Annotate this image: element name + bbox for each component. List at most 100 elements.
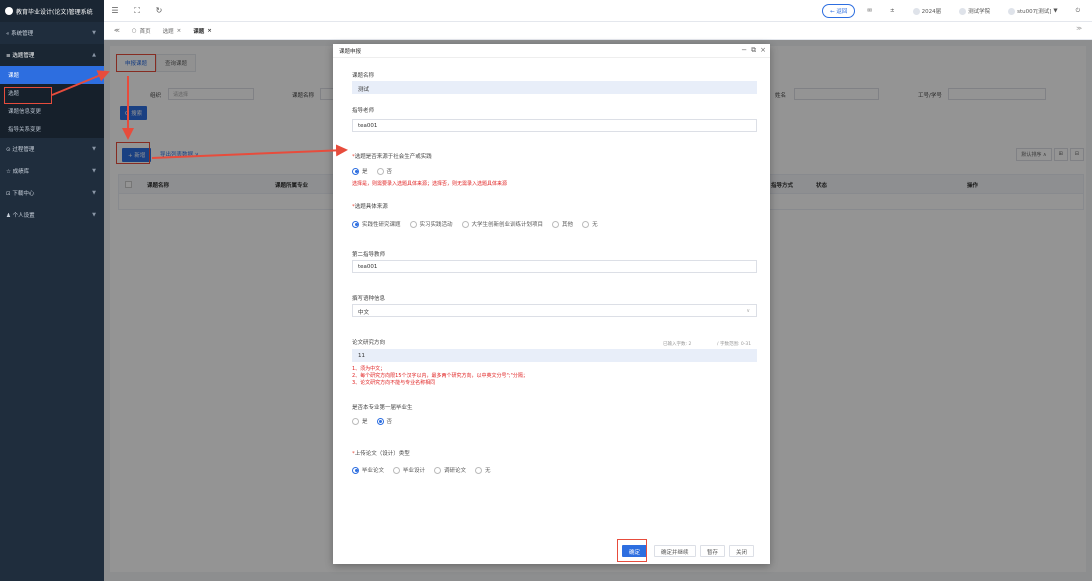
direction-limit: / 字数范围: 0-31	[717, 342, 752, 347]
upload-type-thesis[interactable]: 毕业论文	[352, 466, 384, 474]
upload-type-radio-group: 毕业论文 毕业设计 调研论文 无	[352, 466, 496, 474]
power-icon[interactable]: ⏻	[1070, 8, 1086, 15]
page-tabs: ≪ ○ 首页 选题 × 课题 × ≫	[104, 22, 1092, 40]
confirm-continue-button[interactable]: 确定并继续	[654, 545, 696, 557]
radio-unchecked	[552, 220, 560, 228]
sidebar-subitem-topic-change[interactable]: 课题信息变更	[0, 102, 104, 120]
tab-topic[interactable]: 课题 ×	[187, 22, 218, 40]
advisor-input[interactable]: tea001	[352, 119, 757, 132]
sidebar-item-grades[interactable]: ☆ 成绩库 ▼	[0, 160, 104, 182]
direction-count: 已输入字数: 2	[663, 342, 692, 347]
app-title: 教育毕业设计(论文)管理系统	[16, 8, 93, 16]
source-option-internship[interactable]: 实习实践活动	[409, 220, 453, 228]
sidebar-item-label: ♟ 个人设置	[6, 213, 35, 219]
org-selector[interactable]: 测试学院	[953, 7, 996, 15]
user-menu[interactable]: stu007[测试] ▼	[1002, 7, 1064, 15]
radio-label: 无	[592, 222, 598, 228]
chevron-down-icon: ▼	[92, 168, 96, 174]
highlight-sidebar-topic	[4, 87, 52, 104]
menu-toggle-icon[interactable]: ☰	[104, 6, 126, 15]
chevron-down-icon: ∨	[746, 308, 750, 314]
close-button[interactable]: 关闭	[729, 545, 755, 557]
radio-label: 否	[386, 419, 393, 425]
close-icon[interactable]: ×	[760, 46, 766, 55]
topic-name-input[interactable]: 测试	[352, 81, 757, 94]
save-draft-button[interactable]: 暂存	[700, 545, 726, 557]
chevron-down-icon: ▼	[92, 212, 96, 218]
minimize-icon[interactable]: −	[741, 46, 747, 55]
chevron-up-icon: ▲	[92, 52, 96, 58]
first-grad-no[interactable]: 否	[376, 417, 393, 425]
from-practice-yes[interactable]: 是	[352, 167, 368, 175]
sidebar-item-system[interactable]: « 系统管理 ▼	[0, 22, 104, 44]
fullscreen-icon[interactable]: ⛶	[126, 6, 148, 16]
maximize-icon[interactable]: ⧉	[751, 46, 756, 55]
upload-type-label: *上传论文（设计）类型	[352, 449, 410, 457]
radio-label: 是	[362, 169, 368, 175]
from-practice-no[interactable]: 否	[376, 167, 392, 175]
sidebar-subitem-topic[interactable]: 课题	[0, 66, 104, 84]
tabs-prev-icon[interactable]: ≪	[108, 22, 126, 40]
sidebar-item-process[interactable]: ⊙ 过程管理 ▼	[0, 138, 104, 160]
second-advisor-input[interactable]: tea001	[352, 260, 757, 273]
radio-label: 无	[485, 468, 491, 474]
sidebar-item-label: ⊙ 过程管理	[6, 147, 35, 153]
source-label: *选题具体来源	[352, 202, 388, 210]
from-practice-label-text: 选题是否来源于社会生产或实践	[354, 154, 432, 160]
upload-type-survey[interactable]: 调研论文	[434, 466, 466, 474]
source-option-research[interactable]: 实践性研究课题	[352, 220, 401, 228]
tab-select[interactable]: 选题 ×	[157, 22, 188, 40]
year-selector[interactable]: 2024届	[907, 7, 948, 15]
radio-label: 其他	[562, 222, 574, 228]
topbar: ☰ ⛶ ↻ ← 返回 ✉ ± 2024届 测试学院 stu007[测试] ▼ ⏻	[104, 0, 1092, 22]
first-grad-label: 是否本专业第一届毕业生	[352, 405, 413, 411]
sidebar-item-label: ☆ 成绩库	[6, 169, 30, 175]
app-logo: 教育毕业设计(论文)管理系统	[0, 0, 104, 22]
back-button[interactable]: ← 返回	[822, 4, 856, 18]
upload-type-label-text: 上传论文（设计）类型	[354, 451, 410, 457]
sidebar-item-download[interactable]: ⊡ 下载中心 ▼	[0, 182, 104, 204]
from-practice-hint: 选择是，则需要录入选题具体来源；选择否，则无需录入选题具体来源	[352, 181, 508, 187]
font-size-icon[interactable]: ±	[884, 8, 901, 14]
upload-type-none[interactable]: 无	[475, 466, 491, 474]
highlight-confirm-button	[617, 539, 647, 562]
chevron-down-icon: ▼	[92, 30, 96, 36]
chevron-down-icon: ▼	[92, 190, 96, 196]
sidebar-item-personal[interactable]: ♟ 个人设置 ▼	[0, 204, 104, 226]
tab-home[interactable]: ○ 首页	[126, 22, 157, 40]
upload-type-design[interactable]: 毕业设计	[393, 466, 425, 474]
language-value: 中文	[358, 310, 370, 316]
mail-icon[interactable]: ✉	[861, 8, 878, 14]
tab-label: 课题	[193, 28, 205, 35]
radio-label: 实习实践活动	[419, 222, 453, 228]
source-option-innovation[interactable]: 大学生创新创业训练计划项目	[461, 220, 543, 228]
radio-checked	[352, 220, 359, 228]
sidebar-item-label: ≡ 选题管理	[6, 53, 35, 59]
org-label: 测试学院	[968, 9, 991, 15]
tabs-next-icon[interactable]: ≫	[1076, 26, 1082, 32]
radio-unchecked	[582, 220, 590, 228]
source-option-none[interactable]: 无	[582, 220, 598, 228]
calendar-icon	[912, 7, 920, 15]
source-option-other[interactable]: 其他	[552, 220, 573, 228]
direction-rule-3: 3、论文研究方向不能与专业名称相同	[352, 380, 436, 386]
radio-label: 是	[362, 419, 368, 425]
user-label: stu007[测试]	[1017, 9, 1052, 15]
avatar	[1008, 7, 1016, 15]
sidebar-subitem-advisor-change[interactable]: 指导关系变更	[0, 120, 104, 138]
radio-unchecked	[393, 466, 401, 474]
second-advisor-label: 第二指导教师	[352, 252, 386, 258]
radio-unchecked	[475, 466, 483, 474]
source-label-text: 选题具体来源	[354, 204, 388, 210]
radio-label: 调研论文	[444, 468, 467, 474]
first-grad-yes[interactable]: 是	[352, 417, 368, 425]
logo-icon	[5, 7, 13, 15]
refresh-icon[interactable]: ↻	[148, 6, 170, 15]
tab-label: 选题	[162, 28, 174, 35]
direction-input[interactable]: 11	[352, 349, 757, 362]
sidebar-item-topic[interactable]: ≡ 选题管理 ▲	[0, 44, 104, 66]
tab-label: 首页	[139, 28, 151, 35]
source-radio-group: 实践性研究课题 实习实践活动 大学生创新创业训练计划项目 其他 无	[352, 220, 603, 228]
language-label: 撰写语种信息	[352, 296, 386, 302]
language-select[interactable]: 中文 ∨	[352, 304, 757, 317]
